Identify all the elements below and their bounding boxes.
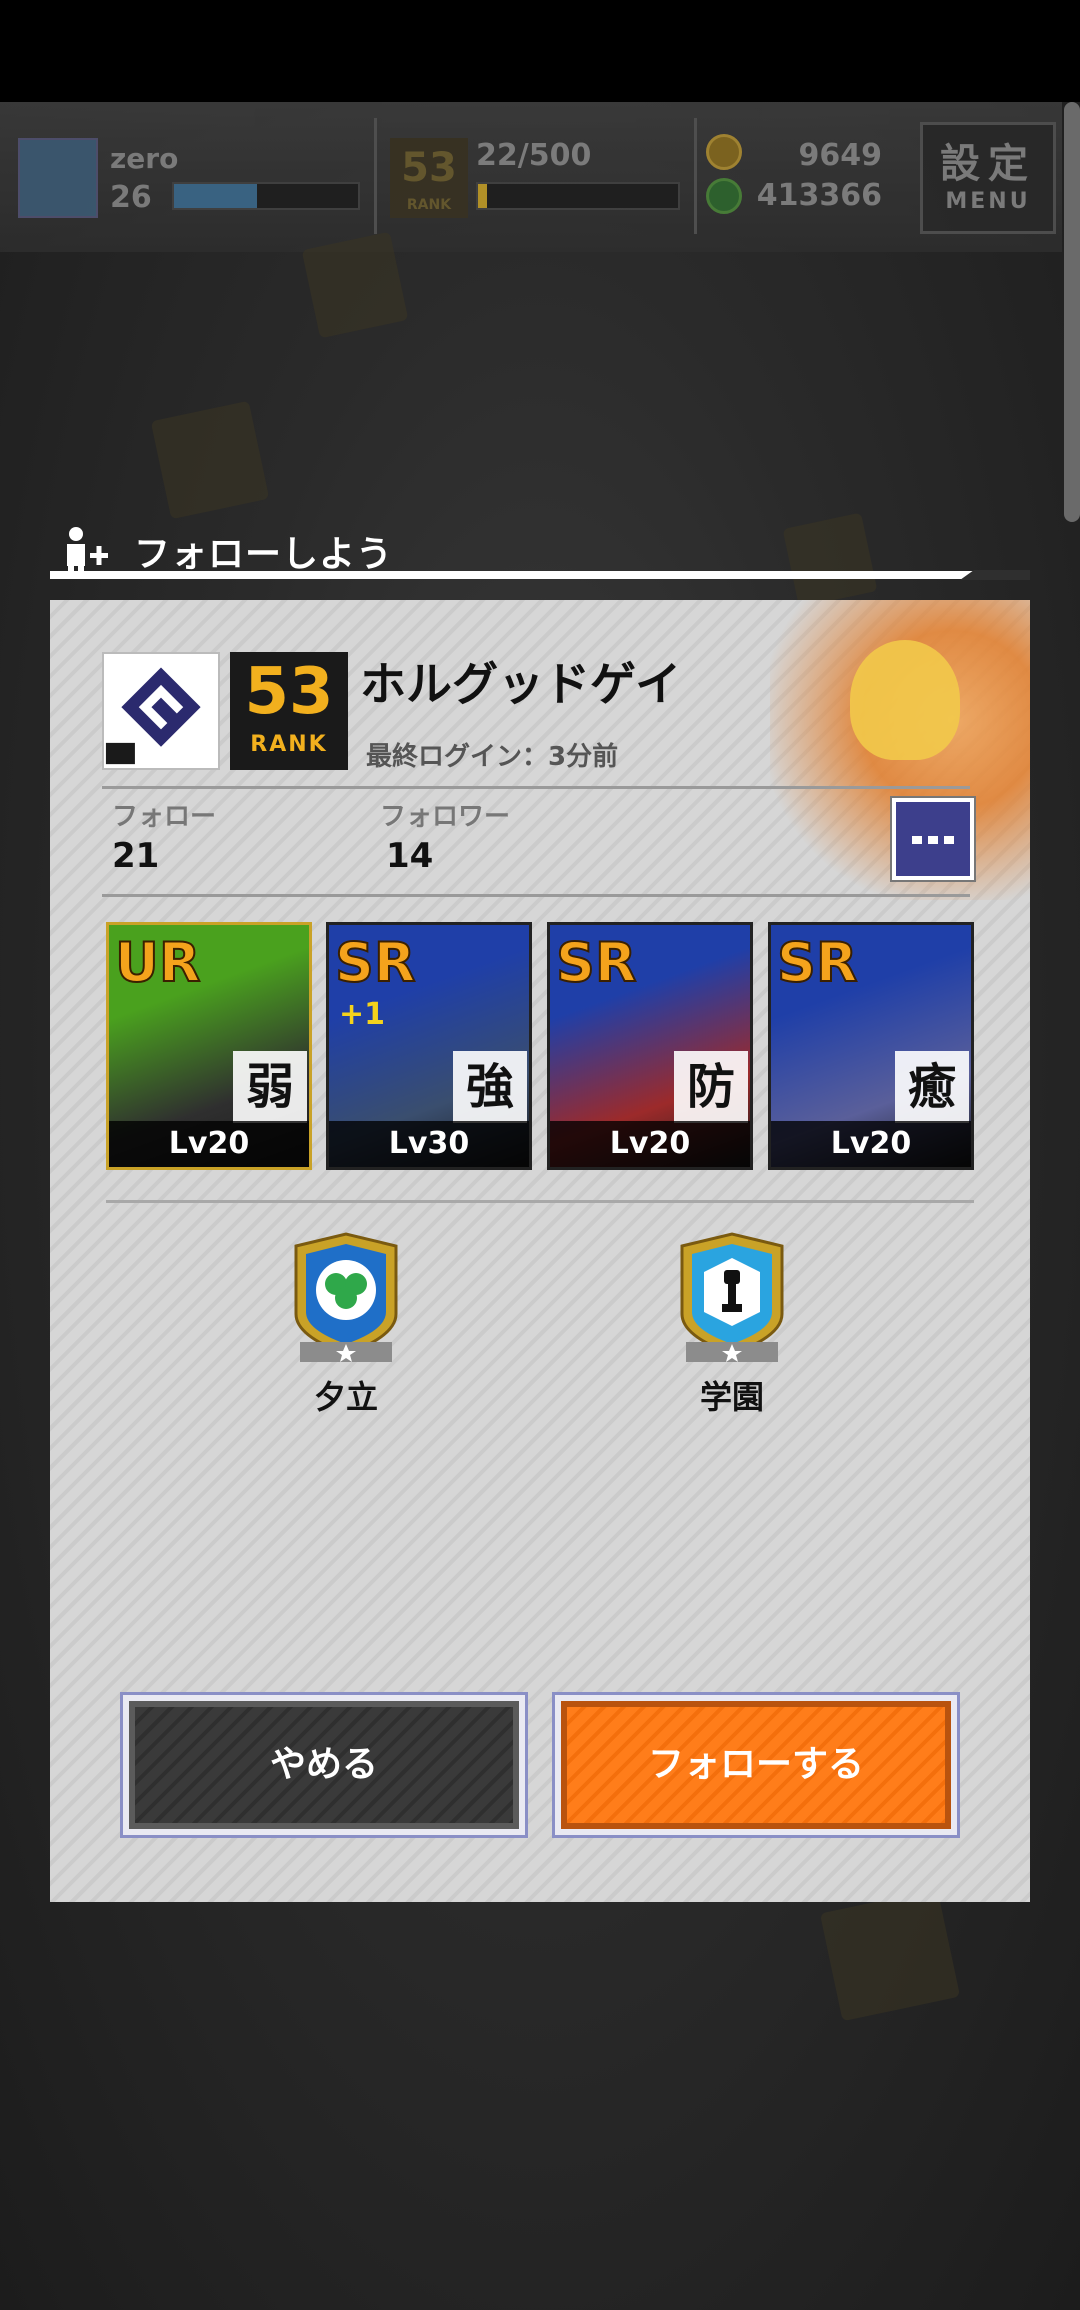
card-attribute: 防 xyxy=(674,1051,748,1123)
last-login: 最終ログイン：3分前 xyxy=(366,742,619,772)
deck-card[interactable]: SR 防 Lv20 xyxy=(547,922,753,1170)
card-rarity: SR xyxy=(776,930,858,995)
card-attribute: 弱 xyxy=(233,1051,307,1123)
top-hud: zero 26 53 RANK 22/500 9649 413366 設定 ME… xyxy=(0,102,1062,252)
follower-label: フォロワー xyxy=(380,802,511,832)
player-level: 26 xyxy=(110,180,152,215)
deck-card[interactable]: UR 弱 Lv20 xyxy=(106,922,312,1170)
player-avatar[interactable] xyxy=(18,138,98,218)
stamina-bar xyxy=(476,182,680,210)
divider xyxy=(102,786,970,789)
gold-amount: 9649 xyxy=(798,138,883,173)
card-rarity: SR xyxy=(555,930,637,995)
profile-rank-badge: 53 RANK xyxy=(230,652,348,770)
emblem-gakuen[interactable]: 学園 xyxy=(672,1232,792,1418)
card-level: Lv20 xyxy=(109,1121,309,1167)
card-attribute: 強 xyxy=(453,1051,527,1123)
add-person-icon xyxy=(67,527,108,575)
emblem-yudachi[interactable]: 夕立 xyxy=(286,1232,406,1418)
deck-card[interactable]: SR 癒 Lv20 xyxy=(768,922,974,1170)
green-coin-icon xyxy=(706,178,742,214)
dialog-title: フォローしよう xyxy=(134,534,394,575)
follow-dialog: 53 RANK ホルグッドゲイ 最終ログイン：3分前 フォロー 21 フォロワー… xyxy=(50,600,1030,1902)
background-tile xyxy=(150,400,270,520)
player-name: zero xyxy=(110,142,179,175)
emblem-label: 学園 xyxy=(699,1378,764,1416)
follow-count: 21 xyxy=(112,836,160,876)
divider xyxy=(102,894,970,897)
background-tile xyxy=(819,1888,961,2022)
header-underline xyxy=(50,571,1030,579)
tower-emblem-icon xyxy=(680,1232,784,1362)
card-rarity: UR xyxy=(114,930,201,995)
green-currency-amount: 413366 xyxy=(756,178,882,213)
divider xyxy=(106,1200,974,1203)
clover-emblem-icon xyxy=(294,1232,398,1362)
background-tile xyxy=(301,231,409,339)
deck-cards: UR 弱 Lv20 SR +1 強 Lv30 SR 防 Lv20 SR 癒 Lv20 xyxy=(106,922,986,1170)
follow-button[interactable]: フォローする xyxy=(552,1692,960,1838)
profile-avatar xyxy=(102,652,220,770)
exp-bar xyxy=(172,182,360,210)
gold-coin-icon xyxy=(706,134,742,170)
stamina-count: 22/500 xyxy=(476,138,592,173)
card-attribute: 癒 xyxy=(895,1051,969,1123)
profile-name: ホルグッドゲイ xyxy=(360,657,682,711)
card-plus-value: +1 xyxy=(339,997,386,1032)
emblem-label: 夕立 xyxy=(313,1378,378,1416)
system-status-bar xyxy=(0,0,1080,102)
follower-count: 14 xyxy=(386,836,434,876)
card-level: Lv20 xyxy=(550,1121,750,1167)
card-level: Lv20 xyxy=(771,1121,971,1167)
menu-button[interactable]: 設定 MENU xyxy=(920,122,1056,234)
deck-card[interactable]: SR +1 強 Lv30 xyxy=(326,922,532,1170)
profile-logo-icon xyxy=(105,667,201,765)
card-rarity: SR xyxy=(334,930,416,995)
follow-label: フォロー xyxy=(112,802,217,832)
more-options-button[interactable] xyxy=(892,798,974,880)
dialog-header: フォローしよう xyxy=(50,515,1030,577)
scrollbar-thumb[interactable] xyxy=(1064,102,1080,522)
rank-icon: 53 RANK xyxy=(390,138,468,218)
card-level: Lv30 xyxy=(329,1121,529,1167)
cancel-button[interactable]: やめる xyxy=(120,1692,528,1838)
